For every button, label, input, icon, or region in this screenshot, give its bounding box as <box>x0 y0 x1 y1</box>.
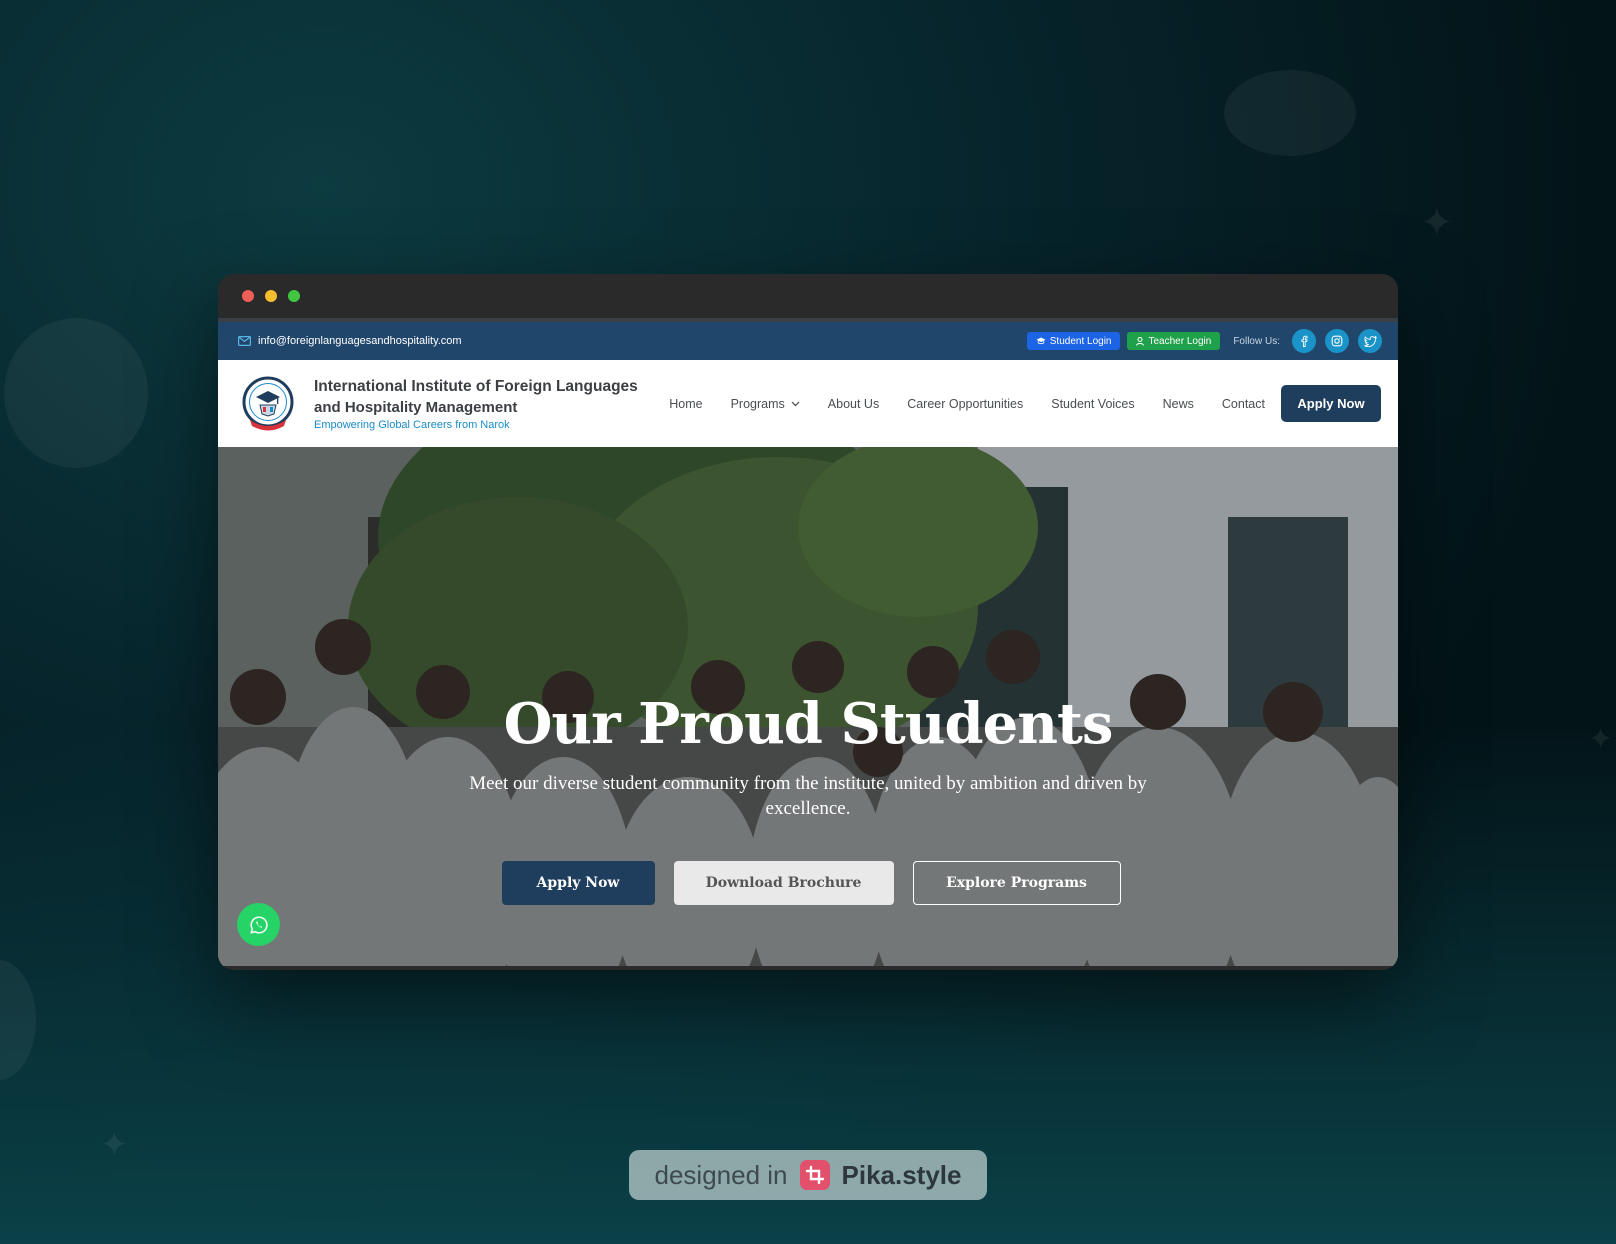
twitter-link[interactable] <box>1358 329 1382 353</box>
brand-title-line1: International Institute of Foreign Langu… <box>314 378 638 395</box>
background-blob <box>1224 70 1356 156</box>
nav-item-label: Contact <box>1221 396 1265 411</box>
nav-item-label: News <box>1162 396 1194 411</box>
brand-tagline: Empowering Global Careers from Narok <box>314 419 510 431</box>
instagram-icon <box>1331 335 1343 347</box>
institute-crest-icon <box>242 376 294 430</box>
nav-item-programs[interactable]: Programs <box>731 397 800 411</box>
follow-us-label: Follow Us: <box>1233 335 1280 347</box>
nav-item-label: Student Voices <box>1051 396 1135 411</box>
explore-programs-button[interactable]: Explore Programs <box>912 861 1121 905</box>
designed-in-badge[interactable]: designed in Pika.style <box>629 1150 987 1200</box>
teacher-login-label: Teacher Login <box>1148 335 1212 347</box>
main-navbar: International Institute of Foreign Langu… <box>218 360 1398 447</box>
nav-item-label: About Us <box>827 396 880 411</box>
nav-menu: Home Programs About Us Career Opportunit… <box>669 385 1381 422</box>
email-text: info@foreignlanguagesandhospitality.com <box>258 335 462 347</box>
instagram-link[interactable] <box>1325 329 1349 353</box>
whatsapp-chat-button[interactable] <box>237 903 280 946</box>
nav-apply-now-button[interactable]: Apply Now <box>1281 385 1381 422</box>
student-login-label: Student Login <box>1049 335 1112 347</box>
nav-item-label: Home <box>669 396 703 411</box>
nav-item-home[interactable]: Home <box>669 397 702 411</box>
badge-prefix: designed in <box>654 1159 788 1190</box>
nav-item-career-opportunities[interactable]: Career Opportunities <box>907 397 1023 411</box>
close-window-button[interactable] <box>242 290 254 302</box>
download-brochure-button[interactable]: Download Brochure <box>673 861 894 905</box>
hero-buttons: Apply Now Download Brochure Explore Prog… <box>218 861 1398 905</box>
badge-brand: Pika.style <box>841 1159 962 1190</box>
hero-apply-now-button[interactable]: Apply Now <box>501 861 655 905</box>
graduation-cap-icon <box>1036 337 1046 345</box>
nav-item-about-us[interactable]: About Us <box>828 397 879 411</box>
facebook-icon <box>1301 335 1308 347</box>
twitter-icon <box>1363 335 1377 347</box>
nav-item-news[interactable]: News <box>1163 397 1194 411</box>
mail-icon <box>238 336 251 346</box>
maximize-window-button[interactable] <box>288 290 300 302</box>
background-blob <box>4 318 148 468</box>
institute-logo[interactable] <box>242 374 294 434</box>
window-titlebar <box>218 274 1398 322</box>
brand-title-line2: and Hospitality Management <box>314 399 518 416</box>
sparkle-icon: ✦ <box>1588 722 1614 757</box>
hero-subtitle: Meet our diverse student community from … <box>469 773 1147 819</box>
minimize-window-button[interactable] <box>265 290 277 302</box>
chevron-down-icon <box>791 401 800 406</box>
contact-topbar: info@foreignlanguagesandhospitality.com … <box>218 322 1398 360</box>
sparkle-icon: ✦ <box>100 1125 129 1165</box>
whatsapp-icon <box>249 915 268 934</box>
pika-logo-icon <box>799 1160 830 1190</box>
hero-title: Our Proud Students <box>503 691 1114 757</box>
hero-content: Our Proud Students Meet our diverse stud… <box>218 691 1398 905</box>
brand-block[interactable]: International Institute of Foreign Langu… <box>314 376 638 431</box>
student-login-button[interactable]: Student Login <box>1026 332 1121 350</box>
nav-item-label: Career Opportunities <box>907 396 1024 411</box>
nav-item-label: Programs <box>730 396 785 411</box>
teacher-login-button[interactable]: Teacher Login <box>1127 332 1221 350</box>
facebook-link[interactable] <box>1292 329 1316 353</box>
email-contact[interactable]: info@foreignlanguagesandhospitality.com <box>238 335 462 347</box>
user-icon <box>1136 336 1145 346</box>
browser-window: info@foreignlanguagesandhospitality.com … <box>218 274 1398 970</box>
nav-item-contact[interactable]: Contact <box>1222 397 1265 411</box>
nav-item-student-voices[interactable]: Student Voices <box>1051 397 1134 411</box>
sparkle-icon: ✦ <box>1420 200 1454 246</box>
hero-section: Our Proud Students Meet our diverse stud… <box>218 447 1398 966</box>
